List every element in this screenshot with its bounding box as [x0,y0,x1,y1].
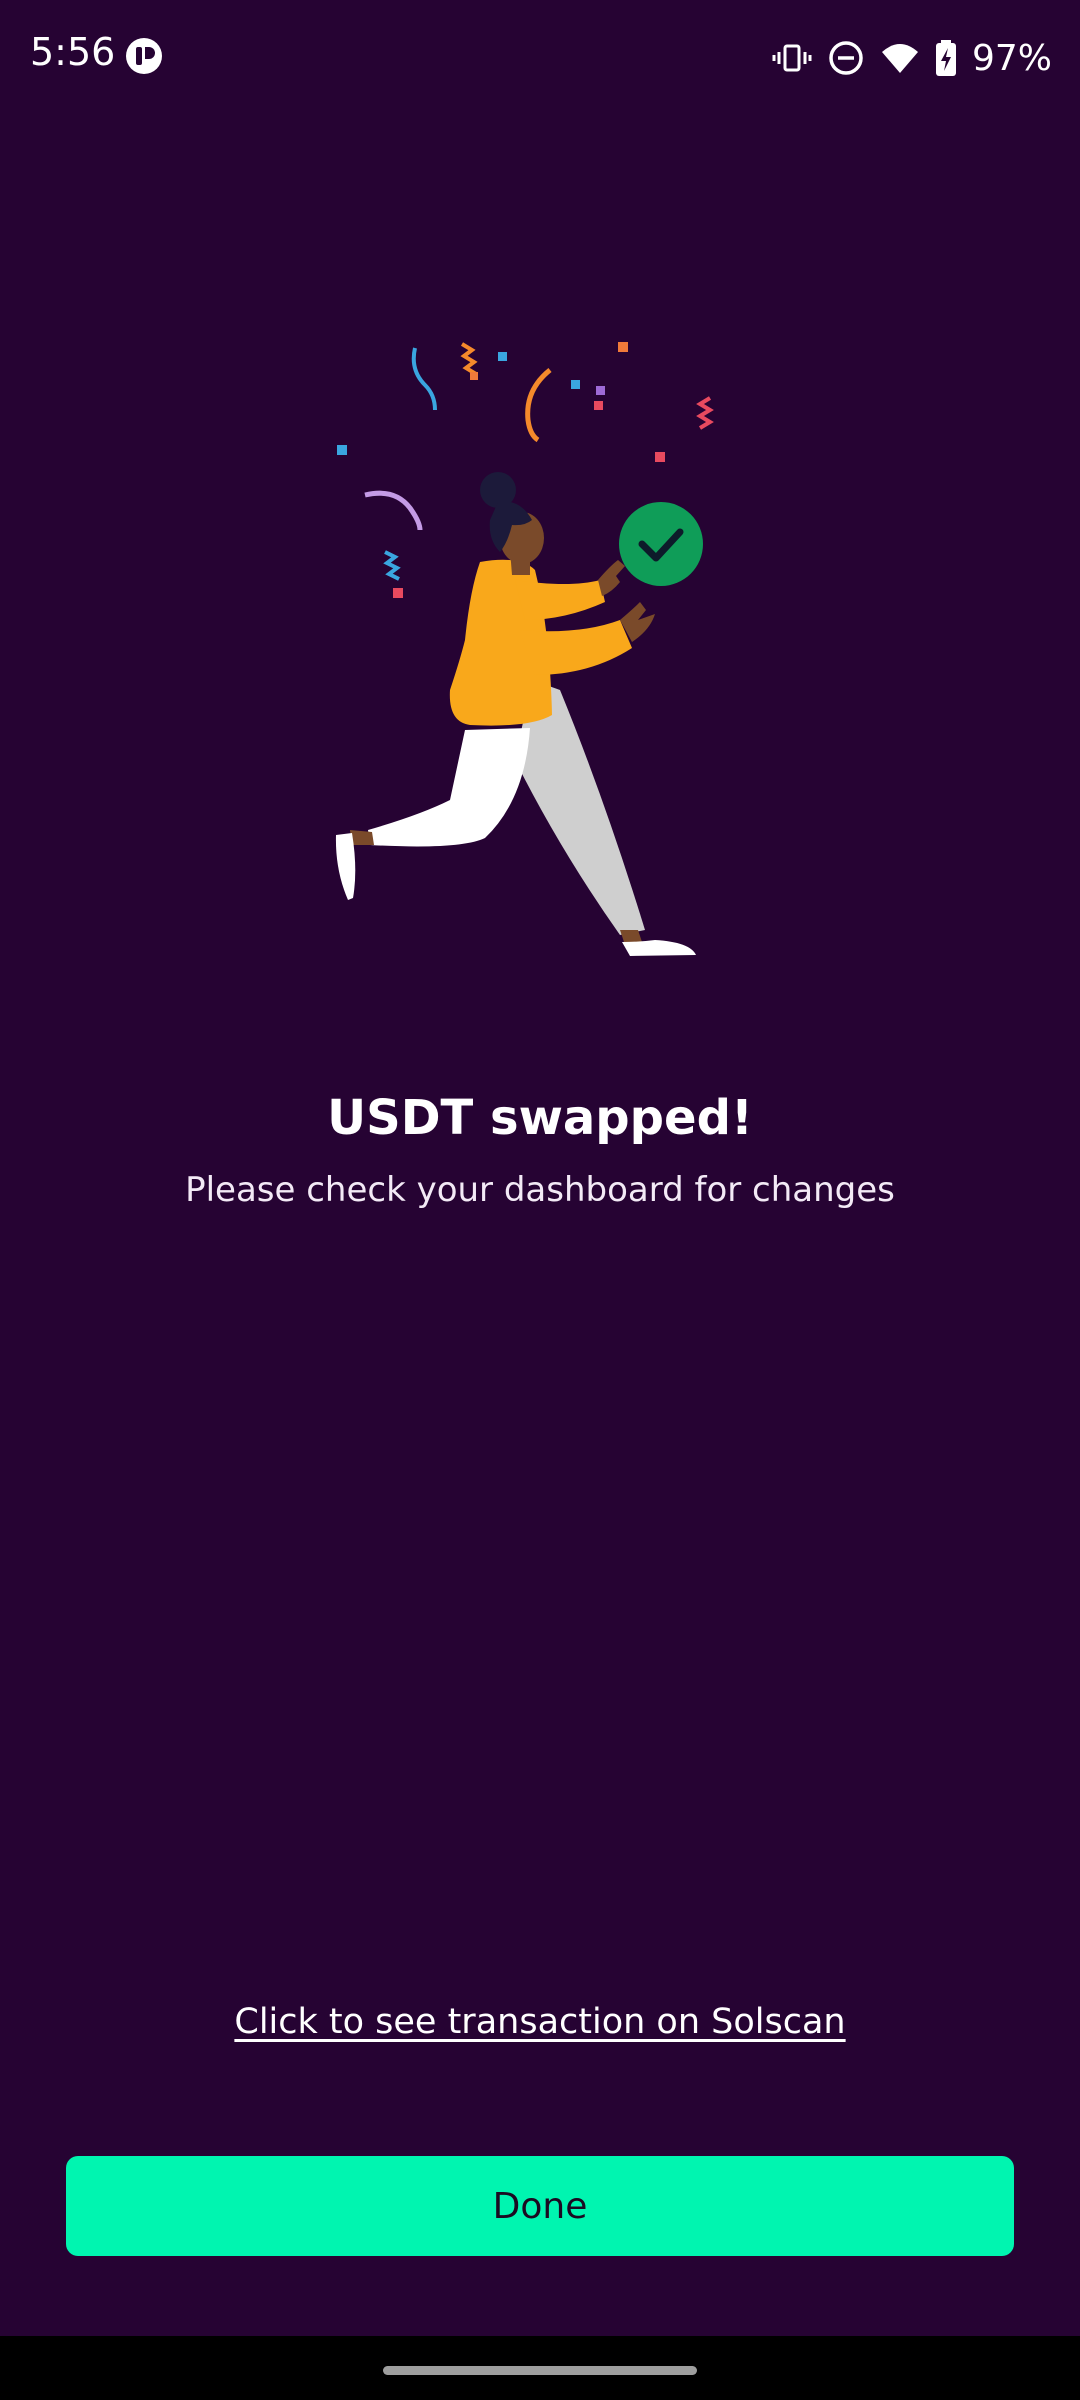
status-icons: 97% [772,30,1052,86]
swap-success-screen: 5:56 97% USDT swapped! Please check your… [0,0,1080,2400]
app-logo-icon [125,37,163,75]
celebration-illustration [320,330,720,970]
done-button[interactable]: Done [66,2156,1014,2256]
battery-charging-icon [934,38,958,78]
wifi-icon [880,38,920,78]
vibrate-icon [772,38,812,78]
solscan-transaction-link[interactable]: Click to see transaction on Solscan [0,2002,1080,2042]
home-gesture-handle[interactable] [383,2366,697,2375]
success-title: USDT swapped! [327,1090,753,1146]
do-not-disturb-icon [826,38,866,78]
status-time: 5:56 [30,30,116,74]
battery-percentage: 97% [971,37,1052,79]
status-bar: 5:56 97% [0,0,1080,116]
success-subtitle: Please check your dashboard for changes [185,1170,895,1210]
navigation-bar [0,2336,1080,2400]
